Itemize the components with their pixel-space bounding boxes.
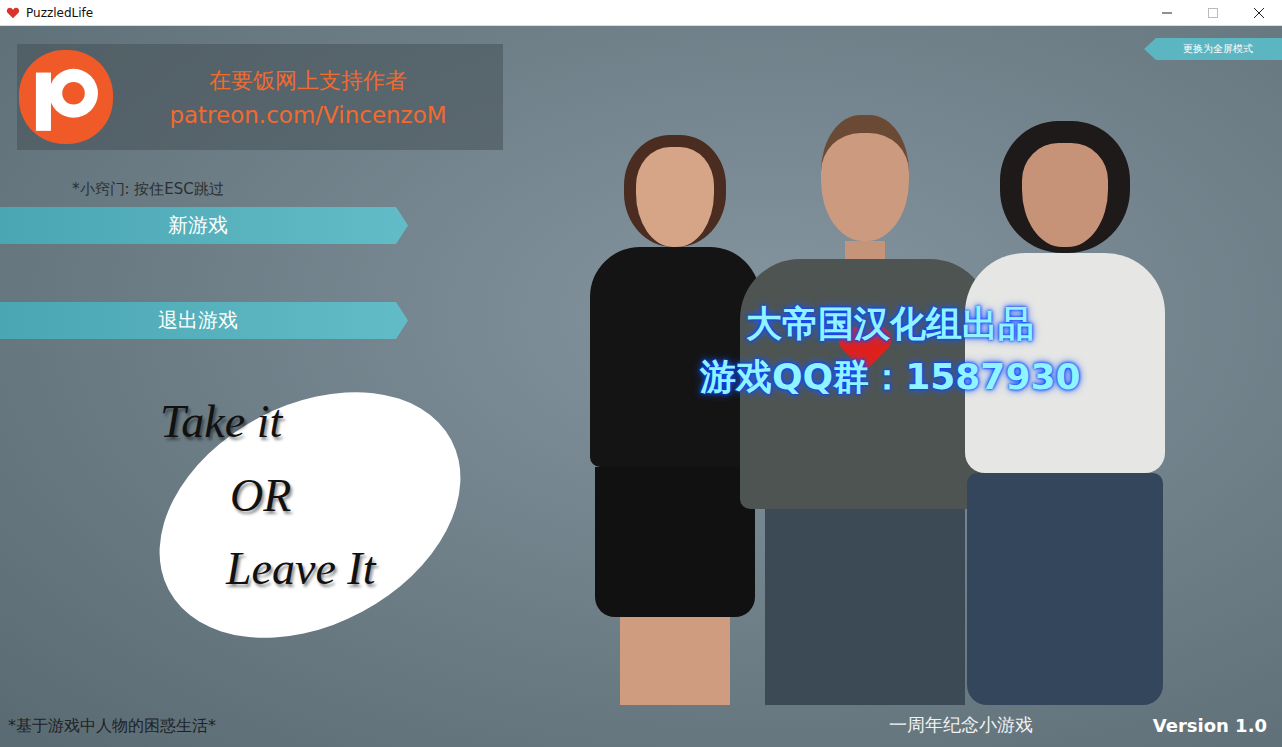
slogan: Take itORLeave It <box>150 385 470 645</box>
patreon-logo-icon <box>19 50 113 144</box>
slogan-ellipse <box>117 343 503 687</box>
character-render: 大帝国汉化组出品游戏QQ群：1587930 <box>520 60 1282 705</box>
anniversary-note: 一周年纪念小游戏 <box>889 713 1033 737</box>
close-icon <box>1254 8 1264 18</box>
close-button[interactable] <box>1236 0 1282 25</box>
heart-logo-icon <box>833 319 897 379</box>
slogan-line: OR <box>230 459 470 533</box>
slogan-line: Leave It <box>226 532 470 606</box>
character-figure <box>965 121 1165 705</box>
heart-icon <box>6 6 20 20</box>
window-title: PuzzledLife <box>26 6 93 20</box>
tip-text: *小窍门: 按住ESC跳过 <box>72 180 520 199</box>
footer: 一周年纪念小游戏 Version 1.0 <box>520 705 1282 747</box>
menu-button[interactable]: 新游戏 <box>0 207 408 244</box>
patreon-link[interactable]: patreon.com/VincenzoM <box>169 102 446 128</box>
right-column: 更换为全屏模式大帝国汉化组出品游戏QQ群：1587930 一周年纪念小游戏 Vers… <box>520 26 1282 747</box>
minimize-icon <box>1162 8 1172 18</box>
character-figure <box>740 115 990 705</box>
watermark-line: 游戏QQ群：1587930 <box>700 353 1081 402</box>
maximize-icon <box>1208 8 1218 18</box>
watermark-line: 大帝国汉化组出品 <box>746 300 1034 349</box>
menu-button[interactable]: 退出游戏 <box>0 302 408 339</box>
watermark: 大帝国汉化组出品游戏QQ群：1587930 <box>700 300 1081 402</box>
fullscreen-button[interactable]: 更换为全屏模式 <box>1144 38 1282 60</box>
title-screen: 在要饭网上支持作者 patreon.com/VincenzoM *小窍门: 按住ES… <box>0 26 1282 747</box>
left-column: 在要饭网上支持作者 patreon.com/VincenzoM *小窍门: 按住ES… <box>0 26 520 747</box>
maximize-button[interactable] <box>1190 0 1236 25</box>
version-label: Version 1.0 <box>1153 715 1267 736</box>
slogan-line: Take it <box>160 385 470 459</box>
minimize-button[interactable] <box>1144 0 1190 25</box>
game-window: PuzzledLife 在要饭网上支持作者 patreon.com/Vincenzo… <box>0 0 1282 747</box>
support-banner[interactable]: 在要饭网上支持作者 patreon.com/VincenzoM <box>17 44 503 150</box>
title-bar: PuzzledLife <box>0 0 1282 26</box>
support-text: 在要饭网上支持作者 <box>209 66 407 96</box>
tagline: *基于游戏中人物的困惑生活* <box>0 716 520 747</box>
character-figure <box>590 135 760 705</box>
main-menu: 新游戏退出游戏 <box>0 207 520 339</box>
